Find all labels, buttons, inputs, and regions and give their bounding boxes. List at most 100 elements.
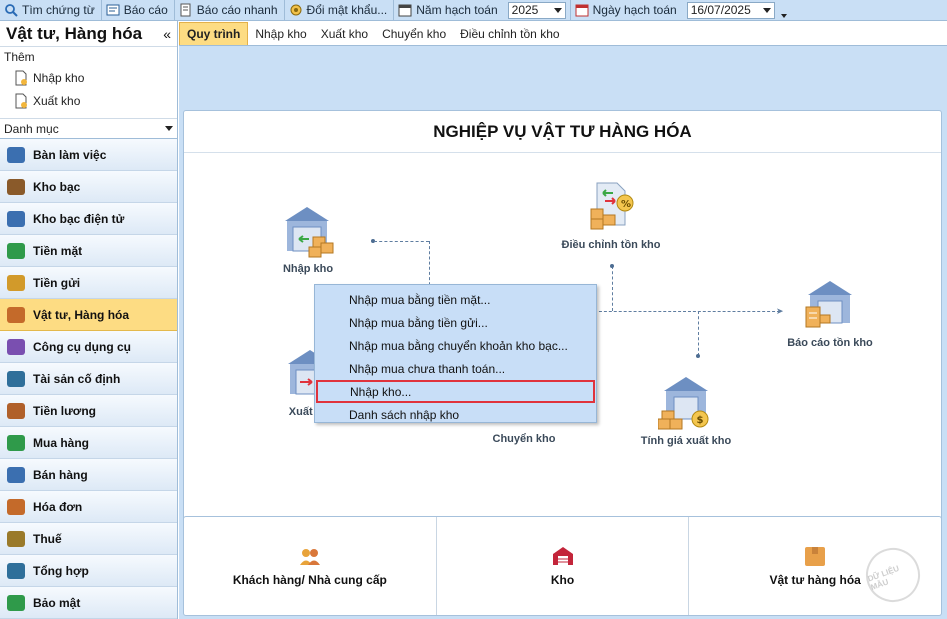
sidebar-nav-list: Bàn làm việc Kho bạc Kho bạc điện tử Tiền m…	[0, 139, 177, 619]
add-link-xuat-kho[interactable]: Xuất kho	[0, 89, 177, 112]
shortcut-label: Kho	[550, 573, 575, 587]
node-label: Báo cáo tồn kho	[787, 337, 873, 349]
deposit-icon	[7, 274, 25, 291]
category-dropdown[interactable]: Danh mục	[0, 119, 177, 139]
calendar-icon	[575, 4, 589, 17]
sidebar-item-invoice[interactable]: Hóa đơn	[0, 491, 177, 523]
sidebar-item-fixed-assets[interactable]: Tài sản cố định	[0, 363, 177, 395]
chevron-down-icon	[165, 126, 173, 131]
find-voucher-label: Tìm chứng từ	[22, 3, 95, 17]
svg-text:$: $	[697, 415, 704, 426]
sidebar-item-label: Thuế	[33, 531, 62, 546]
category-label: Danh mục	[4, 121, 59, 136]
sidebar-item-deposit[interactable]: Tiền gửi	[0, 267, 177, 299]
security-icon	[7, 594, 25, 611]
tools-icon	[7, 338, 25, 355]
menu-item-3[interactable]: Nhập mua chưa thanh toán...	[315, 357, 596, 380]
node-label: Điều chỉnh tồn kho	[561, 239, 661, 251]
sidebar-item-purchase[interactable]: Mua hàng	[0, 427, 177, 459]
module-tabs: Quy trình Nhập kho Xuất kho Chuyển kho Điều …	[179, 22, 947, 46]
sidebar-item-e-treasury[interactable]: Kho bạc điện tử	[0, 203, 177, 235]
shortcut-warehouse[interactable]: Kho	[437, 517, 690, 615]
menu-item-5[interactable]: Danh sách nhập kho	[315, 403, 596, 426]
purchase-icon	[7, 434, 25, 451]
toolbar-overflow-button[interactable]	[779, 0, 789, 21]
sidebar-item-label: Kho bạc	[33, 179, 81, 194]
node-bao-cao-ton-kho[interactable]: Báo cáo tồn kho	[780, 277, 880, 349]
materials-icon	[7, 306, 25, 323]
svg-text:%: %	[621, 199, 631, 210]
chevron-down-icon	[553, 7, 562, 13]
sidebar-item-desk[interactable]: Bàn làm việc	[0, 139, 177, 171]
sidebar-item-sales[interactable]: Bán hàng	[0, 459, 177, 491]
shortcut-panel: Khách hàng/ Nhà cung cấp Kho Vật tư hàng…	[183, 516, 942, 616]
fiscal-year-value: 2025	[511, 3, 539, 17]
sidebar-item-materials[interactable]: Vật tư, Hàng hóa	[0, 299, 177, 331]
sidebar-item-cash[interactable]: Tiền mặt	[0, 235, 177, 267]
sidebar-item-label: Tổng hợp	[33, 563, 89, 578]
shortcut-label: Khách hàng/ Nhà cung cấp	[232, 573, 387, 587]
quick-report-icon	[180, 3, 191, 17]
sidebar-item-label: Tiền gửi	[33, 275, 81, 290]
menu-item-0[interactable]: Nhập mua bằng tiền mặt...	[315, 288, 596, 311]
connector-dot	[610, 264, 614, 268]
summary-icon	[7, 562, 25, 579]
box-icon	[805, 547, 826, 566]
add-link-label: Xuất kho	[33, 93, 81, 108]
tax-icon	[7, 530, 25, 547]
process-title: NGHIỆP VỤ VẬT TƯ HÀNG HÓA	[184, 111, 941, 153]
sidebar-item-tools[interactable]: Công cụ dụng cụ	[0, 331, 177, 363]
fixed-assets-icon	[7, 370, 25, 387]
tab-2[interactable]: Xuất kho	[314, 22, 375, 45]
tab-4[interactable]: Điều chỉnh tồn kho	[453, 22, 566, 45]
posting-date-text: Ngày hạch toán	[592, 3, 677, 17]
sidebar-item-treasury[interactable]: Kho bạc	[0, 171, 177, 203]
tab-3[interactable]: Chuyển kho	[375, 22, 453, 45]
node-label: Nhập kho	[282, 263, 334, 275]
sidebar-item-label: Công cụ dụng cụ	[33, 339, 131, 354]
sidebar-item-label: Vật tư, Hàng hóa	[33, 307, 130, 322]
menu-item-2[interactable]: Nhập mua bằng chuyển khoản kho bạc...	[315, 334, 596, 357]
customers-icon	[299, 549, 320, 565]
inventory-adjust-icon: %	[590, 182, 634, 230]
shortcut-customers[interactable]: Khách hàng/ Nhà cung cấp	[184, 517, 437, 615]
treasury-icon	[7, 178, 25, 195]
change-password-icon	[290, 4, 302, 16]
posting-date-select[interactable]: 16/07/2025	[686, 1, 775, 19]
menu-item-4[interactable]: Nhập kho...	[316, 380, 595, 403]
quick-add-section: Thêm Nhập kho Xuất kho	[0, 47, 177, 119]
chevron-down-icon	[762, 7, 771, 13]
tab-1[interactable]: Nhập kho	[248, 22, 313, 45]
connector-line	[594, 311, 780, 312]
sidebar-item-security[interactable]: Bảo mật	[0, 587, 177, 619]
quick-add-label: Thêm	[4, 50, 35, 64]
calendar-year-icon	[398, 4, 412, 17]
sidebar-item-summary[interactable]: Tổng hợp	[0, 555, 177, 587]
node-nhap-kho[interactable]: Nhập kho	[272, 203, 344, 275]
sidebar-item-label: Bán hàng	[33, 467, 88, 482]
add-link-nhap-kho[interactable]: Nhập kho	[0, 66, 177, 89]
sidebar-item-tax[interactable]: Thuế	[0, 523, 177, 555]
quick-report-button[interactable]: Báo cáo nhanh	[175, 0, 285, 21]
find-voucher-button[interactable]: Tìm chứng từ	[0, 0, 102, 21]
change-password-button[interactable]: Đổi mật khẩu...	[285, 0, 395, 21]
sidebar-item-salary[interactable]: Tiền lương	[0, 395, 177, 427]
fiscal-year-select[interactable]: 2025	[507, 1, 566, 19]
report-label: Báo cáo	[123, 3, 168, 17]
collapse-sidebar-button[interactable]: «	[163, 26, 171, 42]
node-dieu-chinh-ton-kho[interactable]: % Điều chỉnh tồn kho	[556, 179, 666, 251]
tab-0[interactable]: Quy trình	[179, 22, 249, 45]
cost-calculation-icon: $	[658, 377, 709, 430]
node-tinh-gia-xuat-kho[interactable]: $ Tính giá xuất kho	[636, 373, 736, 447]
inventory-report-icon	[805, 281, 852, 328]
warehouse-in-icon	[285, 207, 334, 258]
report-button[interactable]: Báo cáo	[102, 0, 175, 21]
quick-report-label: Báo cáo nhanh	[196, 3, 278, 17]
sidebar-item-label: Kho bạc điện tử	[33, 211, 125, 226]
shortcut-label: Vật tư hàng hóa	[769, 573, 861, 587]
report-icon	[106, 4, 120, 16]
menu-item-1[interactable]: Nhập mua bằng tiền gửi...	[315, 311, 596, 334]
sidebar-item-label: Tiền lương	[33, 403, 96, 418]
watermark-text: DỮ LIỆU MẪU	[866, 563, 901, 593]
warehouse-icon	[552, 547, 573, 565]
